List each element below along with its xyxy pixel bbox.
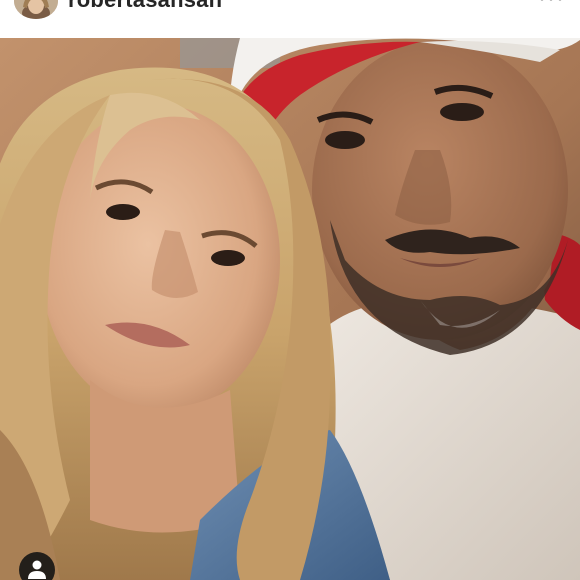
tagged-users-button[interactable] (19, 552, 55, 580)
selfie-photo (0, 38, 580, 580)
more-horizontal-icon (540, 0, 562, 1)
avatar[interactable] (14, 0, 58, 19)
post-photo[interactable] (0, 38, 580, 580)
post-header: robertasansan (0, 0, 580, 38)
username[interactable]: robertasansan (68, 0, 222, 13)
avatar-image (14, 0, 58, 19)
person-icon (28, 560, 46, 579)
more-options-button[interactable] (534, 0, 568, 4)
instagram-post: robertasansan (0, 0, 580, 580)
